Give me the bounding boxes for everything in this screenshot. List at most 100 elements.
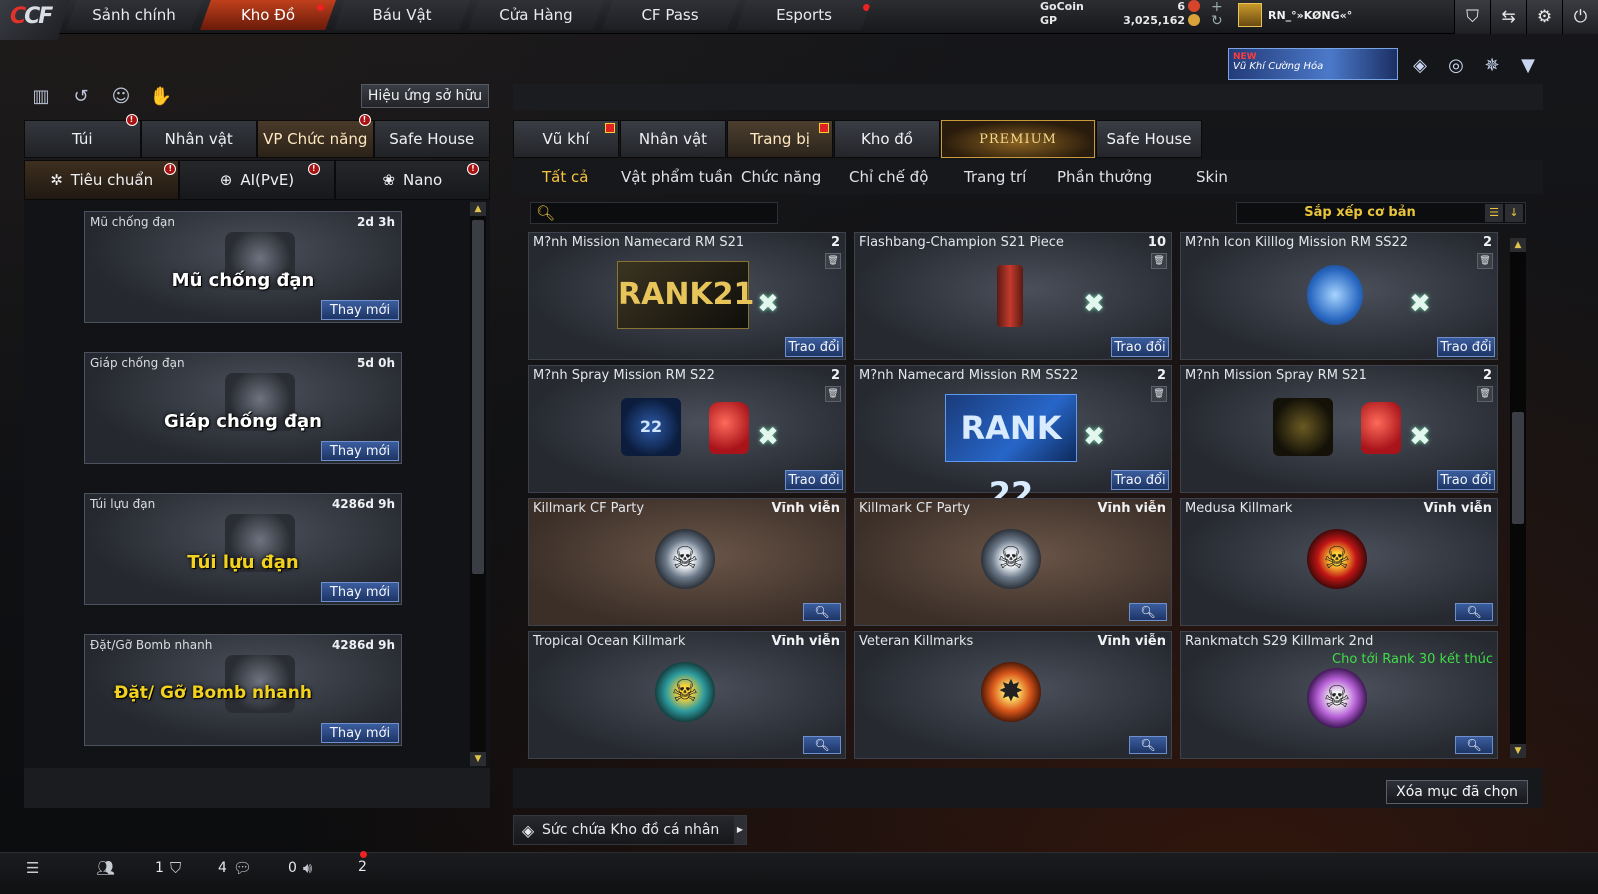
magnifier-icon[interactable]: 🔍︎ — [1455, 603, 1493, 621]
equipment-card[interactable]: Giáp chống đạn 5d 0h Giáp chống đạn Thay… — [84, 352, 402, 464]
subtab-ai-pve[interactable]: ⊕ AI(PvE)! — [179, 160, 335, 200]
magnifier-icon[interactable]: 🔍︎ — [1455, 736, 1493, 754]
tab-premium[interactable]: PREMIUM — [941, 120, 1095, 158]
item-card[interactable]: Veteran Killmarks Vĩnh viễn ✸ 🔍︎ — [854, 631, 1172, 759]
nav-tab-shop[interactable]: Cửa Hàng — [468, 0, 604, 30]
subtab-functional[interactable]: Chức năng — [741, 168, 821, 186]
subtab-standard[interactable]: ✲ Tiêu chuẩn! — [24, 160, 180, 200]
friends-counter[interactable]: 👥︎ 1 ⛉ — [96, 859, 181, 877]
nav-tab-inventory[interactable]: Kho Đồ — [200, 0, 336, 30]
ranking-icon[interactable]: ▥ — [28, 84, 54, 110]
exchange-button[interactable]: Trao đổi — [1437, 337, 1495, 357]
magnifier-icon[interactable]: 🔍︎ — [1129, 603, 1167, 621]
subtab-skin[interactable]: Skin — [1196, 168, 1228, 186]
magnifier-icon[interactable]: 🔍︎ — [1129, 736, 1167, 754]
list-view-icon[interactable]: ☰ — [1485, 204, 1503, 222]
scroll-down-icon[interactable]: ▼ — [470, 752, 486, 766]
add-currency-icon[interactable]: + ↻ — [1211, 0, 1223, 28]
nav-tab-esports[interactable]: Esports — [736, 0, 872, 30]
item-card[interactable]: M?nh Mission Namecard RM S21 2 🗑︎ RANK21… — [528, 232, 846, 360]
globe-icon[interactable]: ◎ — [1444, 54, 1468, 78]
magnifier-icon[interactable]: 🔍︎ — [803, 603, 841, 621]
scroll-thumb[interactable] — [472, 220, 484, 574]
owned-effects-button[interactable]: Hiệu ứng sở hữu — [361, 84, 489, 108]
rank-shield-icon[interactable]: ◈ — [1408, 54, 1432, 78]
search-input[interactable]: 🔍︎ — [530, 202, 778, 224]
item-card[interactable]: Rankmatch S29 Killmark 2nd Cho tới Rank … — [1180, 631, 1498, 759]
renew-button[interactable]: Thay mới — [321, 300, 399, 320]
equipment-card[interactable]: Mũ chống đạn 2d 3h Mũ chống đạn Thay mới — [84, 211, 402, 323]
renew-button[interactable]: Thay mới — [321, 582, 399, 602]
grid-scrollbar[interactable]: ▲ ▼ — [1510, 238, 1526, 758]
clan-counter[interactable]: 4 💬︎ — [218, 859, 252, 877]
power-icon[interactable]: ⏻ — [1562, 0, 1598, 34]
tab-characters[interactable]: Nhân vật — [620, 120, 726, 158]
renew-button[interactable]: Thay mới — [321, 441, 399, 461]
exchange-button[interactable]: Trao đổi — [1111, 470, 1169, 490]
tab-character[interactable]: Nhân vật — [140, 120, 257, 158]
subtab-nano[interactable]: ❀ Nano! — [334, 160, 490, 200]
nav-tab-cf-pass[interactable]: CF Pass — [602, 0, 738, 30]
event-banner[interactable]: NEW Vũ Khí Cường Hóa — [1228, 48, 1398, 80]
tab-storage[interactable]: Kho đồ — [834, 120, 940, 158]
tab-safe-house[interactable]: Safe House — [1096, 120, 1202, 158]
equipment-card[interactable]: Đặt/Gỡ Bomb nhanh 4286d 9h Đặt/ Gỡ Bomb … — [84, 634, 402, 746]
sort-dropdown[interactable]: Sắp xếp cơ bản ☰ ↓ — [1236, 202, 1526, 224]
trash-icon[interactable]: 🗑︎ — [1151, 253, 1167, 269]
delete-selected-button[interactable]: Xóa mục đã chọn — [1386, 780, 1528, 804]
left-scrollbar[interactable]: ▲ ▼ — [470, 202, 486, 766]
item-card[interactable]: Flashbang-Champion S21 Piece 10 🗑︎ ✖ Tra… — [854, 232, 1172, 360]
trash-icon[interactable]: 🗑︎ — [1477, 253, 1493, 269]
chat-counter[interactable]: 0 🔊︎ — [288, 859, 312, 877]
character-icon[interactable]: ☺ — [108, 84, 134, 110]
item-card[interactable]: M?nh Mission Spray RM S21 2 🗑︎ ✖ Trao đổ… — [1180, 365, 1498, 493]
tab-safe-house[interactable]: Safe House — [373, 120, 490, 158]
item-card[interactable]: Tropical Ocean Killmark Vĩnh viễn ☠ 🔍︎ — [528, 631, 846, 759]
tab-function-items[interactable]: VP Chức năng! — [257, 114, 374, 158]
scroll-up-icon[interactable]: ▲ — [470, 202, 486, 216]
exit-room-icon[interactable]: ⇆ — [1490, 0, 1526, 34]
item-card[interactable]: Killmark CF Party Vĩnh viễn ☠ 🔍︎ — [528, 498, 846, 626]
scroll-down-icon[interactable]: ▼ — [1510, 744, 1526, 758]
user-profile[interactable]: RN_°»KØNG«° — [1238, 3, 1352, 27]
trash-icon[interactable]: 🗑︎ — [825, 253, 841, 269]
tab-weapons[interactable]: Vũ khí — [513, 120, 619, 158]
exchange-button[interactable]: Trao đổi — [785, 337, 843, 357]
trash-icon[interactable]: 🗑︎ — [1477, 386, 1493, 402]
scroll-up-icon[interactable]: ▲ — [1510, 238, 1526, 252]
sort-down-icon[interactable]: ↓ — [1505, 204, 1523, 222]
menu-button[interactable]: ☰ — [26, 859, 39, 877]
renew-button[interactable]: Thay mới — [321, 723, 399, 743]
crest-icon[interactable]: ✵ — [1480, 54, 1504, 78]
history-icon[interactable]: ↺ — [68, 84, 94, 110]
shield-icon[interactable]: ⛉ — [1454, 0, 1490, 34]
gear-icon[interactable]: ⚙ — [1526, 0, 1562, 34]
item-card[interactable]: M?nh Namecard Mission RM SS22 2 🗑︎ RANK … — [854, 365, 1172, 513]
nav-tab-lobby[interactable]: Sảnh chính — [66, 0, 202, 30]
subtab-mode-only[interactable]: Chỉ chế độ — [849, 168, 928, 186]
item-card[interactable]: M?nh Icon Killlog Mission RM SS22 2 🗑︎ ✖… — [1180, 232, 1498, 360]
nav-tab-treasure[interactable]: Báu Vật — [334, 0, 470, 30]
tab-equipment[interactable]: Trang bị — [727, 120, 833, 158]
trash-icon[interactable]: 🗑︎ — [1151, 386, 1167, 402]
grid-scroll-track[interactable]: ▲ ▼ — [1510, 238, 1526, 758]
volume-counter[interactable]: 2 — [358, 859, 367, 875]
exchange-button[interactable]: Trao đổi — [785, 470, 843, 490]
magnifier-icon[interactable]: 🔍︎ — [803, 736, 841, 754]
subtab-decoration[interactable]: Trang trí — [964, 168, 1026, 186]
item-card[interactable]: M?nh Spray Mission RM S22 2 🗑︎ 22 ✖ Trao… — [528, 365, 846, 493]
scroll-thumb[interactable] — [1512, 412, 1524, 524]
equipment-card[interactable]: Túi lựu đạn 4286d 9h Túi lựu đạn Thay mớ… — [84, 493, 402, 605]
wings-icon[interactable]: ▼ — [1516, 54, 1540, 78]
exchange-button[interactable]: Trao đổi — [1437, 470, 1495, 490]
item-card[interactable]: Medusa Killmark Vĩnh viễn ☠ 🔍︎ — [1180, 498, 1498, 626]
trash-icon[interactable]: 🗑︎ — [825, 386, 841, 402]
subtab-rewards[interactable]: Phần thưởng — [1057, 168, 1152, 186]
storage-capacity-button[interactable]: ◈ Sức chứa Kho đồ cá nhân ▶ — [513, 815, 747, 845]
item-card[interactable]: Killmark CF Party Vĩnh viễn ☠ 🔍︎ — [854, 498, 1172, 626]
subtab-weekly-items[interactable]: Vật phẩm tuần — [621, 168, 733, 186]
subtab-all[interactable]: Tất cả — [542, 168, 588, 186]
exchange-button[interactable]: Trao đổi — [1111, 337, 1169, 357]
glove-icon[interactable]: ✋ — [148, 84, 174, 110]
tab-bag[interactable]: Túi! — [24, 114, 141, 158]
